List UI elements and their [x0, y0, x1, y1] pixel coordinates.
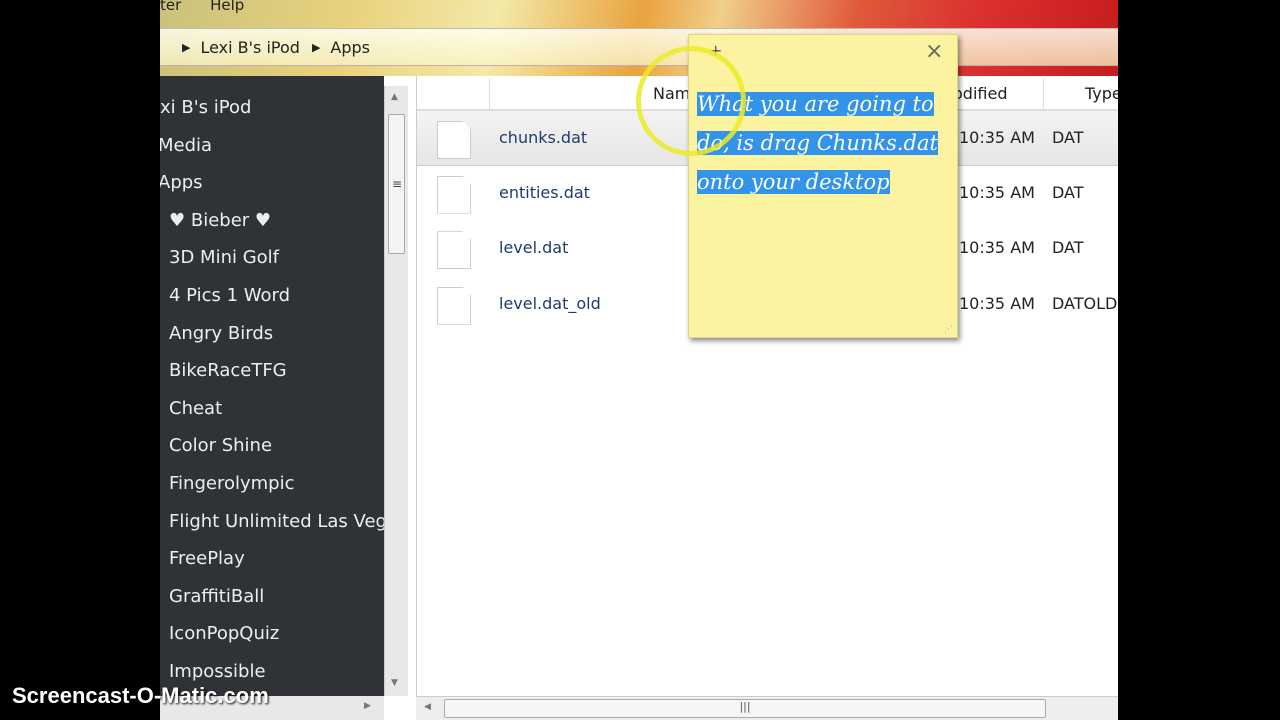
file-name[interactable]: level.dat_old [499, 294, 601, 313]
column-type[interactable]: Type [1085, 84, 1118, 103]
file-type: DAT [1052, 238, 1084, 258]
file-modified: 10:35 AM [959, 293, 1035, 313]
sidebar-item[interactable]: 3D Mini Golf [169, 247, 279, 268]
sidebar-item[interactable]: Fingerolympic [169, 473, 294, 494]
file-modified: 10:35 AM [959, 182, 1035, 202]
file-modified: 10:35 AM [959, 238, 1035, 258]
chevron-right-icon[interactable]: ▶ [182, 41, 190, 54]
sidebar-item[interactable]: xi B's iPod [160, 97, 251, 118]
file-icon [437, 121, 471, 159]
sidebar-scrollbar[interactable]: ▲ ≡ ▼ [384, 86, 408, 696]
scroll-left-icon[interactable]: ◀ [424, 702, 431, 712]
sidebar-item[interactable]: IconPopQuiz [169, 623, 279, 644]
sidebar-item[interactable]: Apps [160, 172, 203, 193]
breadcrumb[interactable]: ▶ Lexi B's iPod ▶ Apps [160, 28, 1118, 66]
file-icon [437, 231, 471, 270]
sidebar-item[interactable]: BikeRaceTFG [169, 360, 287, 381]
sidebar-item[interactable]: Angry Birds [169, 323, 273, 344]
file-type: DAT [1052, 182, 1084, 202]
scroll-up-icon[interactable]: ▲ [391, 92, 398, 102]
sidebar-item[interactable]: ♥ Bieber ♥ [169, 210, 271, 231]
sidebar-item[interactable]: Flight Unlimited Las Vegas [169, 511, 407, 532]
scroll-thumb[interactable]: ≡ [388, 114, 405, 254]
column-date-modified[interactable]: odified [953, 84, 1007, 103]
file-icon [437, 175, 471, 214]
sidebar: xi B's iPod Media Apps ♥ Bieber ♥ 3D Mini Go… [160, 76, 407, 696]
menu-bar: ter Help [160, 0, 268, 14]
menu-help[interactable]: Help [210, 0, 244, 14]
file-modified: 10:35 AM [959, 128, 1035, 147]
sidebar-item[interactable]: Media [160, 135, 212, 156]
sidebar-item[interactable]: 4 Pics 1 Word [169, 285, 290, 306]
sidebar-item[interactable]: Cheat [169, 398, 222, 419]
sidebar-item[interactable]: Color Shine [169, 435, 272, 456]
breadcrumb-apps[interactable]: Apps [330, 38, 370, 57]
file-name[interactable]: entities.dat [499, 183, 590, 202]
scroll-down-icon[interactable]: ▼ [391, 678, 398, 688]
title-area: ter Help ▶ Lexi B's iPod ▶ Apps [160, 0, 1118, 76]
sidebar-item[interactable]: FreePlay [169, 548, 245, 569]
cursor-highlight [636, 46, 746, 156]
file-name[interactable]: chunks.dat [499, 128, 587, 147]
file-type: DAT [1052, 128, 1084, 147]
resize-grip-icon[interactable]: ⋰ [944, 325, 953, 335]
sidebar-item[interactable]: Impossible [169, 661, 266, 682]
file-type: DATOLD [1052, 293, 1118, 313]
chevron-right-icon[interactable]: ▶ [312, 41, 320, 54]
horizontal-scrollbar[interactable]: ◀ ||| [416, 696, 1118, 720]
file-icon [437, 286, 471, 325]
scroll-thumb[interactable]: ||| [444, 699, 1046, 718]
file-name[interactable]: level.dat [499, 238, 568, 257]
sidebar-item[interactable]: GraffitiBall [169, 586, 264, 607]
breadcrumb-ipod[interactable]: Lexi B's iPod [200, 38, 299, 57]
watermark: Screencast-O-Matic.com [12, 683, 269, 708]
menu-item[interactable]: ter [160, 0, 181, 14]
close-icon[interactable]: × [925, 39, 943, 64]
